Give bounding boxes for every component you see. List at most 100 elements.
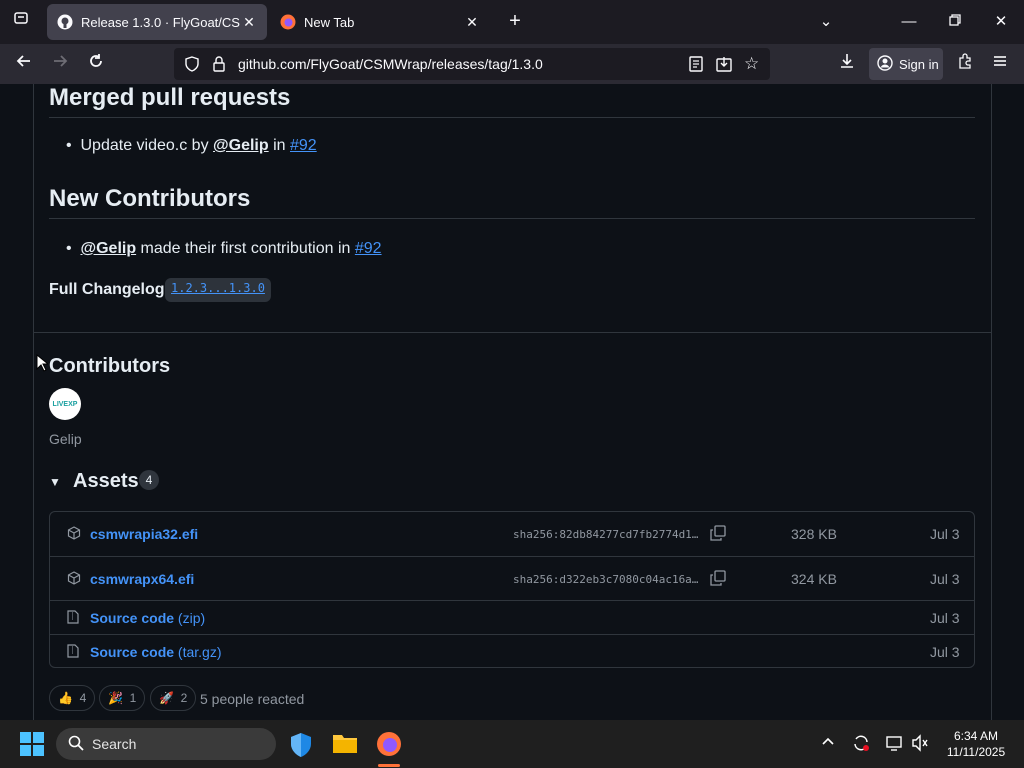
asset-date: Jul 3 [930,644,960,660]
contributors-heading: Contributors [49,355,171,377]
windows-start-icon[interactable] [20,732,44,761]
search-icon [68,735,84,754]
list-item: • @Gelip made their first contribution i… [66,240,382,258]
item-text: in [268,137,290,154]
copy-icon[interactable] [710,525,726,544]
tab-bar: Release 1.3.0 · FlyGoat/CSMWrap ✕ New Ta… [0,0,1024,44]
asset-name: Source code [90,610,175,626]
new-tab-button[interactable]: + [503,10,527,34]
sync-icon[interactable] [852,734,870,755]
reaction-thumbs-up[interactable]: 👍 4 [49,685,96,711]
tab-new-tab[interactable]: New Tab ✕ [270,4,490,40]
reaction-count: 4 [79,691,87,705]
merged-pr-heading: Merged pull requests [49,84,291,111]
reactions-summary: 5 people reacted [200,691,305,707]
assets-heading[interactable]: Assets [73,470,139,493]
downloads-icon[interactable] [833,50,861,78]
reaction-rocket[interactable]: 🚀 2 [150,685,197,711]
defender-icon[interactable] [289,732,313,763]
url-text[interactable]: github.com/FlyGoat/CSMWrap/releases/tag/… [238,56,543,72]
user-link[interactable]: @Gelip [81,240,137,257]
close-tab-icon[interactable]: ✕ [464,14,480,31]
asset-date: Jul 3 [930,571,960,587]
browser-chrome: Release 1.3.0 · FlyGoat/CSMWrap ✕ New Ta… [0,0,1024,84]
asset-date: Jul 3 [930,526,960,542]
file-explorer-icon[interactable] [332,732,358,759]
user-link[interactable]: @Gelip [213,137,269,154]
list-tabs-icon[interactable]: ⌄ [811,8,841,36]
asset-link[interactable]: Source code (tar.gz) [90,644,222,660]
reaction-count: 2 [180,691,188,705]
tab-release[interactable]: Release 1.3.0 · FlyGoat/CSMWrap ✕ [47,4,267,40]
package-icon [67,526,81,543]
clock-time: 6:34 AM [953,729,999,743]
bookmark-star-icon[interactable]: ☆ [744,55,759,72]
firefox-icon [280,14,296,30]
contributor-name[interactable]: Gelip [49,431,82,447]
reaction-count: 1 [129,691,137,705]
asset-link[interactable]: csmwrapia32.efi [90,526,198,542]
collapse-caret-icon[interactable]: ▼ [49,475,61,489]
asset-link[interactable]: Source code (zip) [90,610,205,626]
asset-date: Jul 3 [930,610,960,626]
tab-overview-icon[interactable] [6,8,36,36]
tab-title: Release 1.3.0 · FlyGoat/CSMWrap [81,14,241,30]
list-item: • Update video.c by @Gelip in #92 [66,137,317,155]
forward-icon[interactable] [46,50,74,78]
save-page-icon[interactable] [716,56,732,77]
extensions-icon[interactable] [951,50,979,78]
tracking-shield-icon[interactable] [184,56,200,77]
asset-format: (zip) [174,610,206,626]
tada-icon: 🎉 [108,691,123,705]
asset-link[interactable]: csmwrapx64.efi [90,571,194,587]
reader-view-icon[interactable] [689,56,703,77]
table-row: Source code (tar.gz) Jul 3 [50,634,974,668]
full-changelog-label: Full Changelog: [49,281,170,298]
asset-name: Source code [90,644,175,660]
item-text: made their first contribution in [136,240,355,257]
section-separator [33,332,992,333]
sha256-text: sha256:82db84277cd7fb2774d1… [513,528,699,541]
network-icon[interactable] [885,734,903,755]
asset-format: (tar.gz) [174,644,222,660]
pr-link[interactable]: #92 [355,240,382,257]
divider [49,218,975,219]
sign-in-label: Sign in [899,56,939,72]
account-icon [877,54,893,74]
copy-icon[interactable] [710,570,726,589]
pr-link[interactable]: #92 [290,137,317,154]
avatar[interactable]: LIVEXP [49,388,81,420]
sha256-text: sha256:d322eb3c7080c04ac16a… [513,573,699,586]
url-bar[interactable]: github.com/FlyGoat/CSMWrap/releases/tag/… [174,48,770,80]
package-icon [67,571,81,588]
search-label: Search [92,736,137,752]
close-window-icon[interactable]: ✕ [986,8,1016,36]
assets-list: csmwrapia32.efi sha256:82db84277cd7fb277… [49,511,975,668]
tray-overflow-icon[interactable] [821,734,835,751]
sign-in-button[interactable]: Sign in [869,48,943,80]
bullet: • [66,137,81,154]
thumbs-up-icon: 👍 [58,691,73,705]
firefox-taskbar-icon[interactable] [376,731,402,762]
lock-icon[interactable] [212,56,226,77]
table-row: Source code (zip) Jul 3 [50,600,974,634]
close-tab-icon[interactable]: ✕ [241,14,257,31]
back-icon[interactable] [10,50,38,78]
minimize-icon[interactable]: — [894,8,924,36]
changelog-link[interactable]: 1.2.3...1.3.0 [165,278,271,302]
taskbar-search[interactable]: Search [56,728,276,760]
volume-muted-icon[interactable] [911,734,929,755]
table-row: csmwrapia32.efi sha256:82db84277cd7fb277… [50,512,974,556]
reaction-tada[interactable]: 🎉 1 [99,685,146,711]
reload-icon[interactable] [82,50,110,78]
clock-date: 11/11/2025 [946,745,1006,759]
restore-icon[interactable] [940,8,970,36]
active-app-indicator [378,764,400,767]
assets-count-badge: 4 [139,470,159,490]
system-clock[interactable]: 6:34 AM 11/11/2025 [940,728,1012,760]
item-text: Update video.c by [80,137,214,154]
menu-icon[interactable] [986,50,1014,78]
github-icon [57,14,73,30]
page-content: Merged pull requests • Update video.c by… [0,84,1024,720]
file-zip-icon [67,610,79,627]
